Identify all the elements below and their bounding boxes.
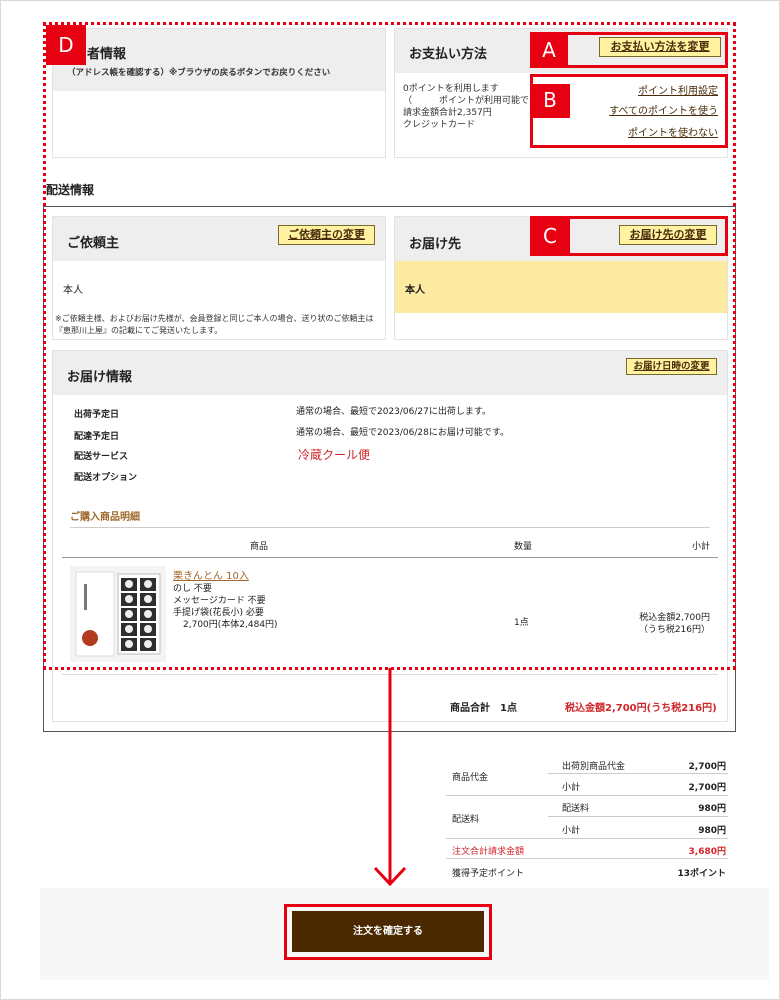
summary-sub-subtotal-1: 小計 xyxy=(562,783,581,793)
annotation-label-d: D xyxy=(46,25,86,65)
summary-divider-5 xyxy=(446,858,728,859)
confirm-order-button[interactable]: 注文を確定する xyxy=(292,911,484,952)
summary-grand-amount: 3,680円 xyxy=(688,847,726,857)
summary-points-label: 獲得予定ポイント xyxy=(452,869,525,879)
summary-group-product: 商品代金 xyxy=(452,773,489,783)
summary-divider-1 xyxy=(548,773,728,774)
items-total-price: 税込金額2,700円(うち税216円) xyxy=(565,703,717,714)
summary-grand-label: 注文合計請求金額 xyxy=(452,847,525,857)
summary-amount-subtotal-1: 2,700円 xyxy=(688,783,726,793)
annotation-box-d xyxy=(43,22,736,670)
flow-arrow xyxy=(370,668,410,888)
items-total-qty: 1点 xyxy=(500,703,517,714)
summary-divider-4 xyxy=(446,838,728,839)
summary-amount-shipment: 2,700円 xyxy=(688,762,726,772)
summary-points-value: 13ポイント xyxy=(677,869,726,879)
summary-sub-shipment: 出荷別商品代金 xyxy=(562,762,626,772)
summary-divider-3 xyxy=(548,816,728,817)
arrow-down-icon xyxy=(373,668,407,887)
summary-amount-subtotal-2: 980円 xyxy=(698,826,726,836)
items-total-label: 商品合計 xyxy=(450,703,490,714)
summary-sub-shipping-fee: 配送料 xyxy=(562,804,590,814)
summary-group-shipping: 配送料 xyxy=(452,815,480,825)
summary-divider-2 xyxy=(446,795,728,796)
summary-sub-subtotal-2: 小計 xyxy=(562,826,581,836)
summary-amount-shipping-fee: 980円 xyxy=(698,804,726,814)
